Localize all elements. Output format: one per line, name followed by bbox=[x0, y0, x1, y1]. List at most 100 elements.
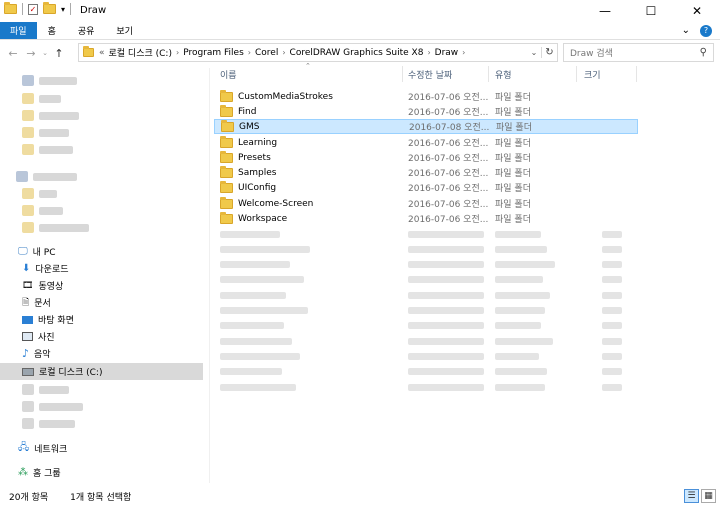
sidebar-item-homegroup[interactable]: ⁂ 홈 그룹 bbox=[0, 464, 203, 481]
file-row-blurred[interactable] bbox=[216, 349, 636, 364]
file-row-blurred[interactable] bbox=[216, 227, 636, 242]
new-folder-icon[interactable] bbox=[43, 2, 56, 14]
file-row[interactable]: Presets 2016-07-06 오전... 파일 폴더 bbox=[212, 150, 636, 165]
sidebar-item-desktop[interactable]: 바탕 화면 bbox=[0, 311, 203, 328]
title-bar: ✓ ▾ Draw — ☐ ✕ bbox=[0, 0, 720, 22]
tab-share[interactable]: 공유 bbox=[67, 22, 106, 39]
properties-icon[interactable]: ✓ bbox=[28, 3, 38, 15]
column-divider[interactable] bbox=[402, 66, 403, 82]
file-modified: 2016-07-06 오전... bbox=[408, 200, 489, 210]
sidebar-item-music[interactable]: ♪ 음악 bbox=[0, 345, 203, 362]
file-type: 파일 폴더 bbox=[495, 154, 531, 164]
file-row-blurred[interactable] bbox=[216, 288, 636, 303]
chevron-right-icon[interactable]: › bbox=[282, 48, 285, 57]
file-row-blurred[interactable] bbox=[216, 334, 636, 349]
file-row-blurred[interactable] bbox=[216, 303, 636, 318]
sidebar-item-downloads[interactable]: ⬇ 다운로드 bbox=[0, 260, 203, 277]
sidebar-item-this-pc[interactable]: 🖵 내 PC bbox=[0, 243, 203, 260]
sidebar-item-videos[interactable]: 🎞 동영상 bbox=[0, 277, 203, 294]
tab-home[interactable]: 홈 bbox=[37, 22, 67, 39]
tab-file[interactable]: 파일 bbox=[0, 22, 37, 39]
sidebar-item-documents[interactable]: 🗎 문서 bbox=[0, 294, 203, 311]
file-row-blurred[interactable] bbox=[216, 272, 636, 287]
folder-icon bbox=[220, 89, 233, 102]
chevron-right-icon[interactable]: › bbox=[427, 48, 430, 57]
refresh-icon[interactable]: ↻ bbox=[541, 47, 557, 58]
minimize-icon[interactable]: — bbox=[582, 0, 628, 22]
pane-divider[interactable] bbox=[209, 68, 210, 483]
chevron-right-icon[interactable]: › bbox=[248, 48, 251, 57]
file-type: 파일 폴더 bbox=[495, 215, 531, 225]
breadcrumb-item[interactable]: Draw bbox=[435, 48, 459, 58]
sidebar-item-blurred[interactable] bbox=[0, 141, 203, 158]
file-row-blurred[interactable] bbox=[216, 257, 636, 272]
column-divider[interactable] bbox=[488, 66, 489, 82]
sidebar-item-label: 사진 bbox=[38, 333, 55, 343]
file-row[interactable]: Workspace 2016-07-06 오전... 파일 폴더 bbox=[212, 211, 636, 226]
sidebar-item-blurred[interactable] bbox=[0, 90, 203, 107]
sidebar-item-blurred[interactable] bbox=[0, 124, 203, 141]
column-header-modified[interactable]: 수정한 날짜 bbox=[408, 64, 452, 84]
breadcrumb: « 로컬 디스크 (C:) › Program Files › Corel › … bbox=[99, 46, 465, 60]
column-header-name[interactable]: 이름 bbox=[220, 64, 237, 84]
column-header-type[interactable]: 유형 bbox=[495, 64, 512, 84]
sidebar-item-blurred[interactable] bbox=[0, 415, 203, 432]
file-row[interactable]: Samples 2016-07-06 오전... 파일 폴더 bbox=[212, 165, 636, 180]
sidebar-item-network[interactable]: 🖧 네트워크 bbox=[0, 440, 203, 457]
column-divider[interactable] bbox=[636, 66, 637, 82]
file-row[interactable]: CustomMediaStrokes 2016-07-06 오전... 파일 폴… bbox=[212, 89, 636, 104]
sidebar-item-local-disk[interactable]: 로컬 디스크 (C:) bbox=[0, 363, 203, 380]
file-modified: 2016-07-06 오전... bbox=[408, 169, 489, 179]
tab-view[interactable]: 보기 bbox=[105, 22, 144, 39]
help-icon[interactable]: ? bbox=[700, 24, 712, 37]
file-row[interactable]: Learning 2016-07-06 오전... 파일 폴더 bbox=[212, 135, 636, 150]
sidebar-item-blurred[interactable] bbox=[0, 202, 203, 219]
file-row-blurred[interactable] bbox=[216, 380, 636, 395]
large-icons-view-icon[interactable]: ▦ bbox=[701, 489, 716, 503]
desktop-icon bbox=[22, 315, 33, 324]
breadcrumb-item[interactable]: Corel bbox=[255, 48, 278, 58]
file-name: Learning bbox=[238, 137, 278, 148]
sidebar-item-label: 내 PC bbox=[32, 248, 56, 258]
breadcrumb-item[interactable]: Program Files bbox=[183, 48, 244, 58]
sidebar-item-blurred[interactable] bbox=[0, 168, 203, 185]
file-row[interactable]: Find 2016-07-06 오전... 파일 폴더 bbox=[212, 104, 636, 119]
file-row-blurred[interactable] bbox=[216, 242, 636, 257]
file-name: UIConfig bbox=[238, 182, 277, 193]
sidebar-item-pictures[interactable]: 사진 bbox=[0, 328, 203, 345]
up-icon[interactable]: ↑ bbox=[50, 47, 68, 60]
chevron-down-icon[interactable]: ⌄ bbox=[527, 48, 541, 57]
search-box[interactable]: Draw 검색 ⚲ bbox=[563, 43, 714, 62]
column-header-size[interactable]: 크기 bbox=[584, 64, 601, 84]
sidebar-item-blurred[interactable] bbox=[0, 185, 203, 202]
breadcrumb-item[interactable]: 로컬 디스크 (C:) bbox=[109, 46, 172, 59]
close-icon[interactable]: ✕ bbox=[674, 0, 720, 22]
file-name: Welcome-Screen bbox=[238, 198, 314, 209]
column-divider[interactable] bbox=[576, 66, 577, 82]
file-type: 파일 폴더 bbox=[496, 123, 532, 133]
forward-icon[interactable]: → bbox=[22, 47, 40, 60]
sidebar-item-blurred[interactable] bbox=[0, 107, 203, 124]
expand-ribbon-icon[interactable]: ⌄ bbox=[682, 25, 690, 36]
chevron-right-icon[interactable]: › bbox=[176, 48, 179, 57]
breadcrumb-overflow[interactable]: « bbox=[99, 48, 105, 58]
sidebar-item-blurred[interactable] bbox=[0, 219, 203, 236]
address-bar[interactable]: « 로컬 디스크 (C:) › Program Files › Corel › … bbox=[78, 43, 558, 62]
details-view-icon[interactable]: ☰ bbox=[684, 489, 699, 503]
maximize-icon[interactable]: ☐ bbox=[628, 0, 674, 22]
breadcrumb-item[interactable]: CorelDRAW Graphics Suite X8 bbox=[290, 48, 424, 58]
file-row[interactable]: UIConfig 2016-07-06 오전... 파일 폴더 bbox=[212, 180, 636, 195]
file-row-selected[interactable]: GMS 2016-07-08 오전... 파일 폴더 bbox=[214, 119, 638, 134]
folder-icon[interactable] bbox=[4, 2, 17, 14]
sidebar-item-blurred[interactable] bbox=[0, 381, 203, 398]
file-row-blurred[interactable] bbox=[216, 318, 636, 333]
file-row-blurred[interactable] bbox=[216, 364, 636, 379]
back-icon[interactable]: ← bbox=[4, 47, 22, 60]
file-row[interactable]: Welcome-Screen 2016-07-06 오전... 파일 폴더 bbox=[212, 196, 636, 211]
file-name: Samples bbox=[238, 167, 277, 178]
customize-toolbar-icon[interactable]: ▾ bbox=[61, 5, 65, 14]
recent-locations-icon[interactable]: ⌄ bbox=[40, 49, 50, 57]
sidebar-item-blurred[interactable] bbox=[0, 398, 203, 415]
chevron-right-icon[interactable]: › bbox=[462, 48, 465, 57]
sidebar-item-blurred[interactable] bbox=[0, 72, 203, 89]
